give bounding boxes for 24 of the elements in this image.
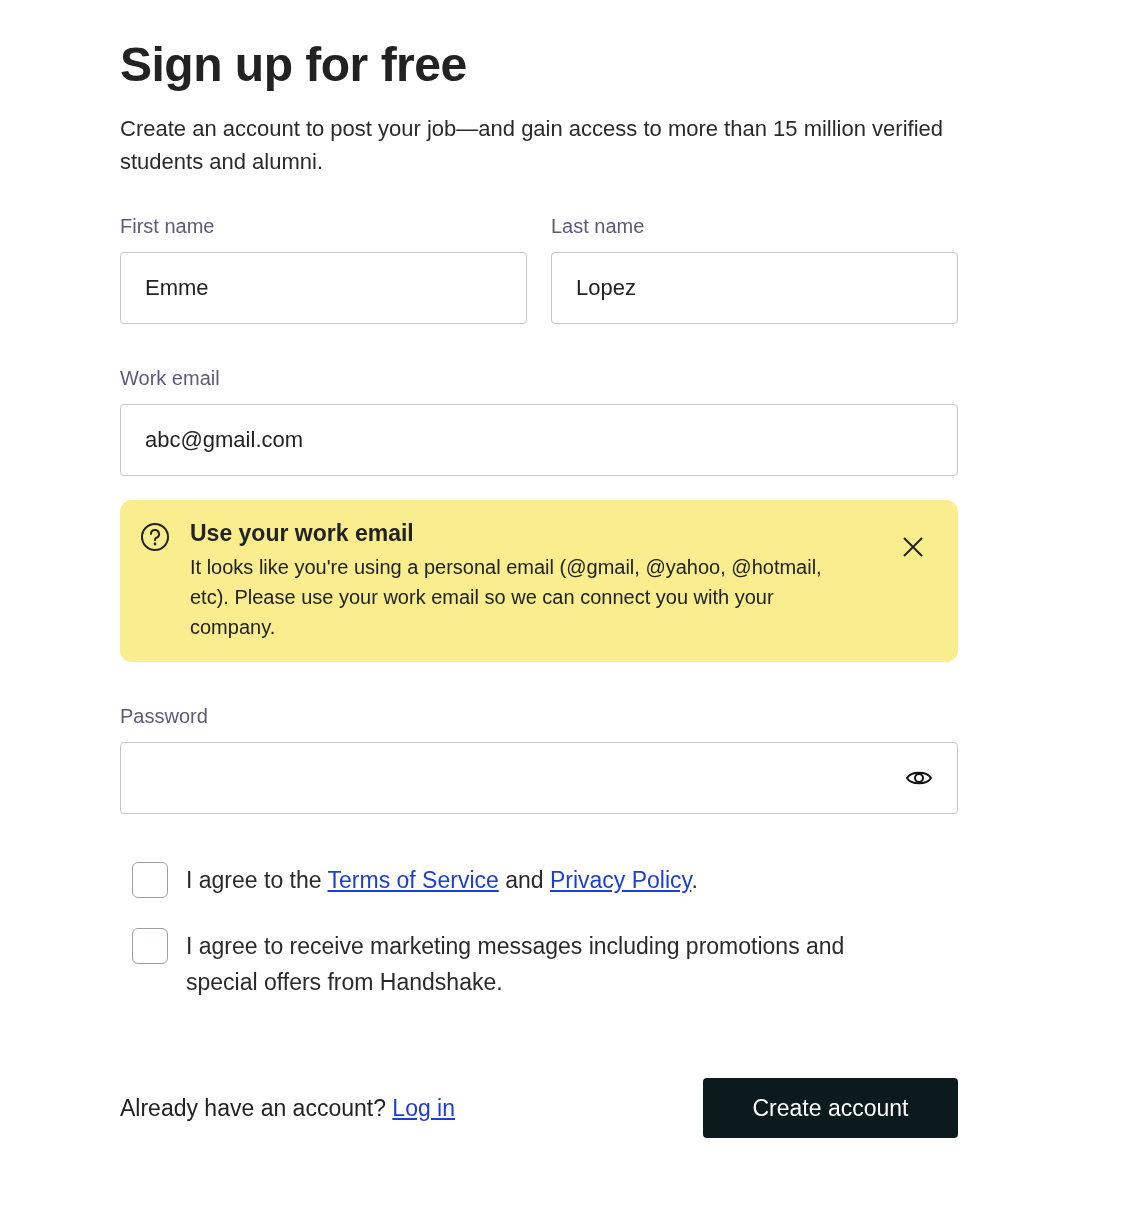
name-field[interactable]: Lopez (551, 252, 958, 324)
agreement-text: I agree to the Terms of Service and Privacy Policy. (186, 866, 699, 895)
policy-link[interactable]: Terms of Service (327, 867, 499, 893)
alert-message: It looks like you're using a personal email (@gmail, @yahoo, @hotmail, etc). Please use your work email so we can connect you with your company. (190, 555, 823, 640)
page-title: Sign up for free (120, 37, 468, 93)
alert-title: Use your work email (190, 519, 415, 548)
password-field[interactable] (120, 742, 958, 814)
field-label: Work email (120, 366, 220, 391)
email-field[interactable]: abc@gmail.com (120, 404, 958, 476)
create-account-button[interactable]: Create account (703, 1078, 958, 1138)
login-prompt: Already have an account? Log in (120, 1094, 456, 1122)
checkbox[interactable] (132, 928, 168, 964)
agreement-text: I agree to receive marketing messages including promotions and special offers from Handshake. (186, 932, 846, 997)
field-label: Last name (551, 214, 645, 239)
page-subtitle: Create an account to post your job—and gain access to more than 15 million verified students and alumni. (120, 115, 944, 176)
policy-link[interactable]: Privacy Policy (549, 867, 692, 893)
field-label: First name (120, 214, 215, 239)
close-button[interactable] (902, 536, 924, 558)
name-field[interactable]: Emme (120, 252, 527, 324)
field-label: Password (120, 704, 208, 729)
help-icon (140, 522, 170, 552)
login-link[interactable]: Log in (392, 1094, 456, 1121)
close-icon (902, 536, 924, 558)
checkbox[interactable] (132, 862, 168, 898)
